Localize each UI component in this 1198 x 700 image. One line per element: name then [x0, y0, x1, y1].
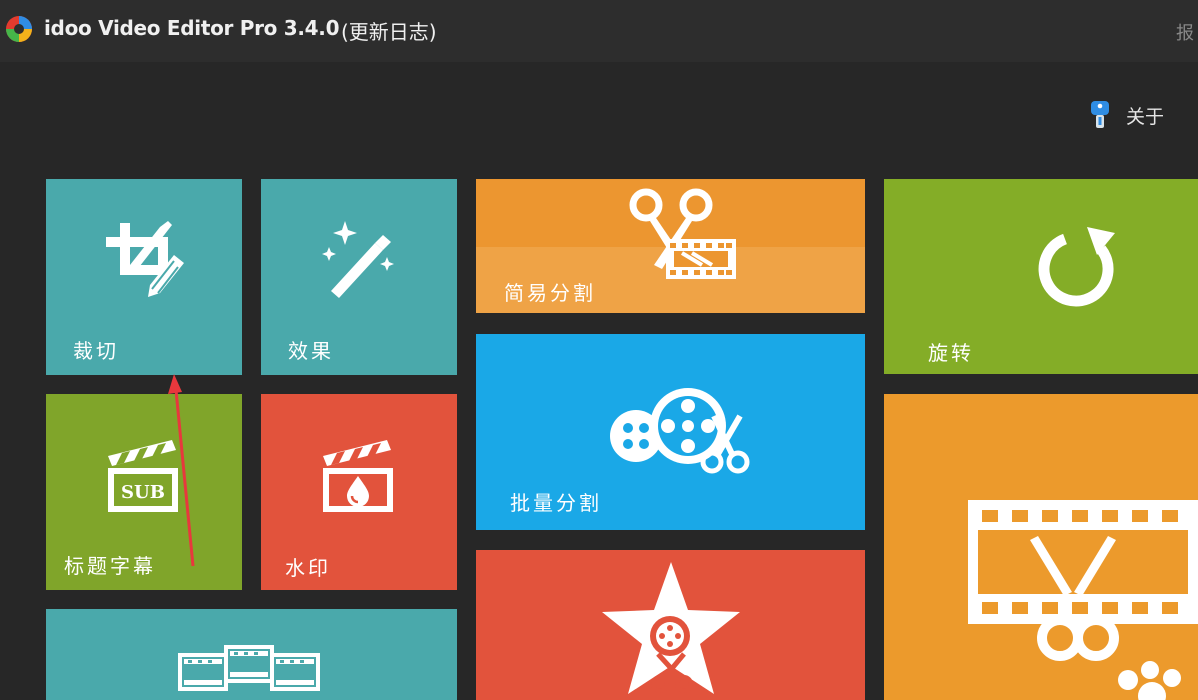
about-button[interactable]: 关于 — [1088, 100, 1164, 130]
crop-edit-icon — [106, 221, 184, 297]
effect-tile[interactable]: 效果 — [261, 179, 457, 375]
changelog-link[interactable]: (更新日志) — [341, 16, 437, 45]
star-reel-scissors-icon — [602, 562, 740, 694]
star-reel-tile[interactable] — [476, 550, 865, 700]
title-right-edge-text[interactable]: 报 — [1176, 19, 1194, 45]
batch-split-tile[interactable]: 批量分割 — [476, 334, 865, 530]
rotate-icon — [1038, 227, 1115, 307]
film-frame-scissors-icon — [968, 500, 1198, 700]
watermark-label: 水印 — [285, 556, 331, 580]
clapperboard-drop-icon — [323, 440, 393, 512]
magic-wand-icon — [322, 221, 394, 298]
info-icon — [1091, 101, 1109, 128]
title-bar: idoo Video Editor Pro 3.4.0 (更新日志) 报 — [0, 0, 1198, 62]
sub-glyph: SUB — [121, 482, 165, 503]
crop-label: 裁切 — [73, 339, 119, 363]
simple-split-tile[interactable]: 简易分割 — [476, 179, 865, 313]
watermark-tile[interactable]: 水印 — [261, 394, 457, 590]
rotate-tile[interactable]: 旋转 — [884, 179, 1198, 374]
film-frame-tile[interactable] — [884, 394, 1198, 700]
effect-label: 效果 — [288, 339, 334, 363]
subtitle-tile[interactable]: SUB 标题字幕 — [46, 394, 242, 590]
film-reels-scissors-icon — [610, 388, 750, 474]
subtitle-label: 标题字幕 — [64, 554, 156, 578]
film-strips-icon — [178, 645, 320, 691]
crop-tile[interactable]: 裁切 — [46, 179, 242, 375]
rotate-label: 旋转 — [928, 341, 974, 365]
batch-split-label: 批量分割 — [510, 491, 602, 515]
app-logo-icon — [6, 16, 32, 42]
film-strips-tile[interactable] — [46, 609, 457, 700]
simple-split-label: 简易分割 — [504, 281, 596, 305]
app-title: idoo Video Editor Pro 3.4.0 — [44, 16, 340, 40]
clapperboard-sub-icon: SUB — [108, 440, 178, 512]
scissors-film-icon — [629, 188, 736, 279]
about-label: 关于 — [1126, 105, 1165, 128]
